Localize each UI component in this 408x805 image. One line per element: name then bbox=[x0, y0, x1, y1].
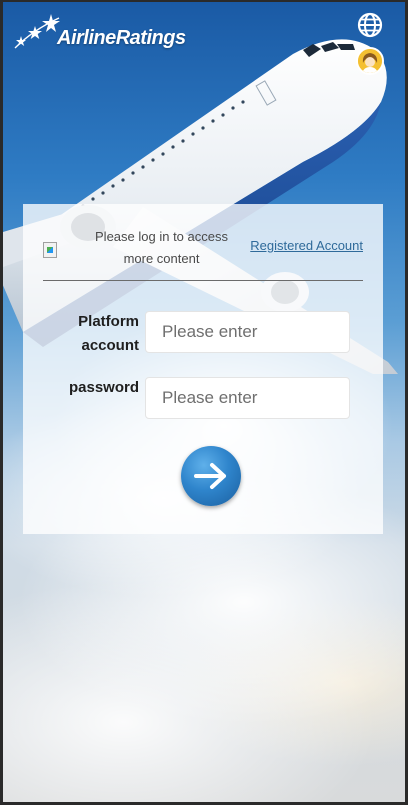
password-input[interactable] bbox=[145, 377, 350, 419]
user-avatar-button[interactable] bbox=[356, 47, 384, 75]
broken-image-icon bbox=[43, 242, 57, 258]
login-panel-header: Please log in to access more content Reg… bbox=[43, 222, 363, 281]
brand-logo: AirlineRatings bbox=[13, 12, 186, 50]
globe-icon bbox=[357, 12, 383, 38]
login-hint-text: Please log in to access more content bbox=[95, 229, 228, 266]
account-input[interactable] bbox=[145, 311, 350, 353]
login-submit-button[interactable] bbox=[181, 446, 241, 506]
user-avatar-icon bbox=[358, 49, 382, 73]
login-screen: AirlineRatings Please log in to access m… bbox=[3, 2, 405, 802]
stars-logo-icon bbox=[14, 14, 60, 49]
account-label: Platform account bbox=[78, 313, 139, 354]
registered-account-link[interactable]: Registered Account bbox=[250, 238, 363, 253]
password-label: password bbox=[68, 379, 139, 396]
language-button[interactable] bbox=[357, 12, 383, 38]
login-panel: Please log in to access more content Reg… bbox=[23, 204, 383, 534]
brand-name: AirlineRatings bbox=[57, 27, 186, 49]
arrow-right-icon bbox=[194, 463, 226, 489]
